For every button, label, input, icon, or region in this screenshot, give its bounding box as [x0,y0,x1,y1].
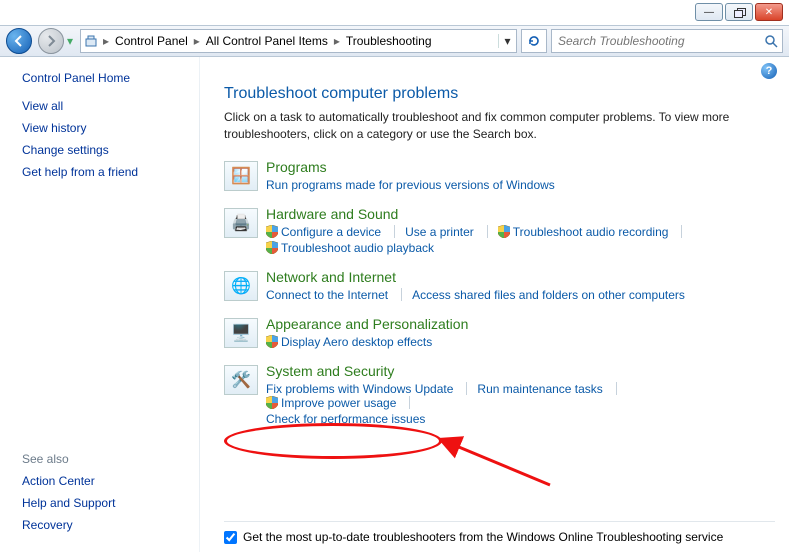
task-link[interactable]: Run maintenance tasks [477,382,626,396]
shield-icon [266,335,278,348]
main-content: ? Troubleshoot computer problems Click o… [200,57,789,552]
close-button[interactable]: ✕ [755,3,783,21]
annotation-arrow [440,435,560,495]
task-label: Troubleshoot audio recording [513,225,669,239]
sidebar-link-change-settings[interactable]: Change settings [22,143,190,157]
breadcrumb[interactable]: ▸ Control Panel ▸ All Control Panel Item… [80,29,517,53]
breadcrumb-item[interactable]: All Control Panel Items [202,34,332,48]
minimize-button[interactable]: ― [695,3,723,21]
category-title[interactable]: Appearance and Personalization [266,316,771,332]
breadcrumb-dropdown[interactable]: ▾ [498,34,516,48]
page-title: Troubleshoot computer problems [224,85,771,103]
sidebar-link-view-all[interactable]: View all [22,99,190,113]
category-icon: 🖨️ [224,208,258,238]
page-description: Click on a task to automatically trouble… [224,109,744,143]
breadcrumb-item[interactable]: Control Panel [111,34,192,48]
see-also-action-center[interactable]: Action Center [22,474,190,488]
task-label: Improve power usage [281,396,396,410]
category-title[interactable]: Hardware and Sound [266,206,771,222]
category-title[interactable]: System and Security [266,363,771,379]
task-label: Display Aero desktop effects [281,335,432,349]
nav-history-dropdown[interactable]: ▾ [64,34,76,48]
task-link[interactable]: Improve power usage [266,396,420,410]
task-link[interactable]: Connect to the Internet [266,288,412,302]
breadcrumb-item[interactable]: Troubleshooting [342,34,436,48]
shield-icon [266,241,278,254]
control-panel-home-link[interactable]: Control Panel Home [22,71,190,85]
annotation-ellipse [224,423,442,459]
help-icon[interactable]: ? [761,63,777,79]
task-label: Check for performance issues [266,412,425,426]
task-label: Troubleshoot audio playback [281,241,434,255]
sidebar-link-view-history[interactable]: View history [22,121,190,135]
task-label: Access shared files and folders on other… [412,288,685,302]
category-hardware-and-sound: 🖨️ Hardware and Sound Configure a device Us… [224,206,771,255]
shield-icon [498,225,510,238]
task-label: Run programs made for previous versions … [266,178,555,192]
category-appearance-and-personalization: 🖥️ Appearance and Personalization Display … [224,316,771,349]
see-also-help-support[interactable]: Help and Support [22,496,190,510]
online-troubleshooters-label[interactable]: Get the most up-to-date troubleshooters … [243,530,723,544]
maximize-button[interactable] [725,3,753,21]
search-icon[interactable] [760,34,782,48]
task-link[interactable]: Check for performance issues [266,412,435,426]
location-icon [81,34,101,48]
category-icon: 🪟 [224,161,258,191]
category-icon: 🖥️ [224,318,258,348]
footer-option: Get the most up-to-date troubleshooters … [224,521,775,544]
category-programs: 🪟 Programs Run programs made for previous … [224,159,771,192]
category-title[interactable]: Programs [266,159,771,175]
task-link[interactable]: Configure a device [266,225,405,239]
navigation-bar: ▾ ▸ Control Panel ▸ All Control Panel It… [0,25,789,57]
task-label: Run maintenance tasks [477,382,602,396]
online-troubleshooters-checkbox[interactable] [224,531,237,544]
task-label: Connect to the Internet [266,288,388,302]
task-link[interactable]: Use a printer [405,225,498,239]
task-link[interactable]: Display Aero desktop effects [266,335,442,349]
task-link[interactable]: Troubleshoot audio recording [498,225,693,239]
task-link[interactable]: Fix problems with Windows Update [266,382,477,396]
search-box[interactable] [551,29,783,53]
task-label: Fix problems with Windows Update [266,382,453,396]
sidebar-link-get-help[interactable]: Get help from a friend [22,165,190,179]
shield-icon [266,225,278,238]
task-link[interactable]: Run programs made for previous versions … [266,178,565,192]
category-icon: 🛠️ [224,365,258,395]
category-icon: 🌐 [224,271,258,301]
see-also-recovery[interactable]: Recovery [22,518,190,532]
back-button[interactable] [6,28,32,54]
see-also-heading: See also [22,451,190,466]
search-input[interactable] [552,34,760,48]
task-link[interactable]: Access shared files and folders on other… [412,288,695,302]
shield-icon [266,396,278,409]
sidebar: Control Panel Home View all View history… [0,57,200,552]
refresh-button[interactable] [521,29,547,53]
category-system-and-security: 🛠️ System and Security Fix problems with W… [224,363,771,426]
category-network-and-internet: 🌐 Network and Internet Connect to the Inte… [224,269,771,302]
task-label: Configure a device [281,225,381,239]
forward-button[interactable] [38,28,64,54]
task-link[interactable]: Troubleshoot audio playback [266,241,444,255]
category-title[interactable]: Network and Internet [266,269,771,285]
task-label: Use a printer [405,225,474,239]
